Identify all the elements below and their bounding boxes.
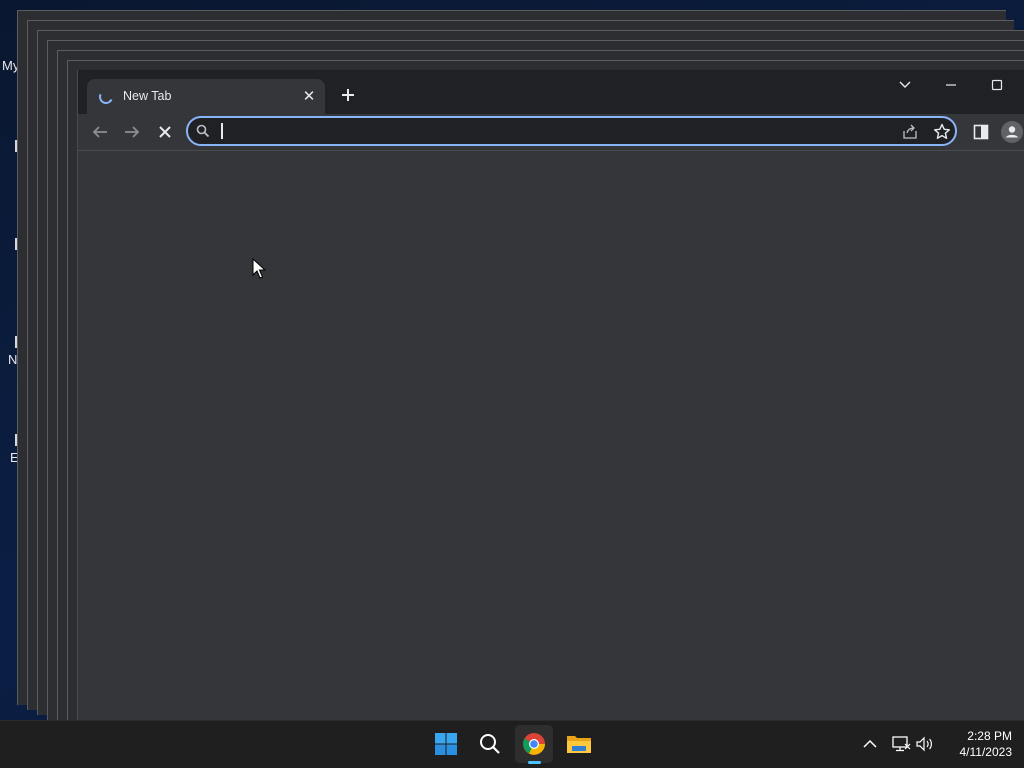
taskbar-search-button[interactable]: [471, 725, 509, 763]
clock-date: 4/11/2023: [959, 745, 1013, 759]
maximize-icon: [991, 79, 1003, 91]
file-explorer-icon: [567, 736, 591, 753]
active-app-indicator: [528, 761, 541, 764]
loading-spinner-icon: [97, 88, 115, 106]
windows-start-icon: [435, 733, 457, 755]
taskbar-clock[interactable]: 2:28 PM 4/11/2023: [940, 728, 1013, 760]
mouse-cursor-icon: [252, 258, 266, 279]
tab-new-tab[interactable]: New Tab ✕: [87, 79, 325, 114]
new-tab-button[interactable]: [336, 83, 360, 107]
chevron-up-icon[interactable]: [860, 735, 880, 753]
address-input[interactable]: [218, 121, 878, 141]
forward-button[interactable]: [120, 120, 144, 144]
tab-search-button[interactable]: [889, 74, 921, 96]
start-button[interactable]: [427, 725, 465, 763]
chevron-down-icon: [899, 81, 911, 88]
page-content[interactable]: [78, 151, 1024, 720]
side-panel-button[interactable]: [969, 120, 993, 144]
volume-icon[interactable]: [915, 735, 935, 753]
minimize-button[interactable]: [935, 74, 967, 96]
arrow-left-icon: [92, 126, 107, 138]
taskbar: 2:28 PM 4/11/2023: [0, 720, 1024, 768]
browser-window: New Tab ✕: [77, 70, 1024, 720]
minimize-icon: [946, 84, 956, 86]
taskbar-chrome-button[interactable]: [515, 725, 553, 764]
search-icon: [196, 124, 210, 138]
title-bar[interactable]: New Tab ✕: [78, 70, 1024, 114]
search-icon: [480, 734, 500, 754]
clock-time: 2:28 PM: [967, 729, 1012, 743]
plus-icon: [342, 89, 354, 101]
text-caret: [221, 123, 223, 139]
tab-close-button[interactable]: ✕: [299, 87, 319, 107]
desktop-icon-label[interactable]: N: [8, 352, 17, 367]
maximize-button[interactable]: [981, 74, 1013, 96]
share-icon[interactable]: [900, 122, 920, 142]
stop-loading-button[interactable]: [153, 120, 177, 144]
side-panel-icon: [973, 124, 989, 140]
profile-button[interactable]: [1000, 120, 1024, 144]
back-button[interactable]: [88, 120, 112, 144]
arrow-right-icon: [125, 126, 140, 138]
close-icon: [159, 126, 171, 138]
chrome-icon: [523, 733, 545, 755]
bookmark-star-icon[interactable]: [932, 122, 952, 142]
network-icon[interactable]: [891, 735, 911, 753]
taskbar-file-explorer-button[interactable]: [559, 725, 597, 763]
profile-icon: [1001, 121, 1023, 143]
address-bar[interactable]: [186, 116, 957, 146]
tab-title: New Tab: [123, 89, 172, 103]
toolbar: [78, 114, 1024, 151]
